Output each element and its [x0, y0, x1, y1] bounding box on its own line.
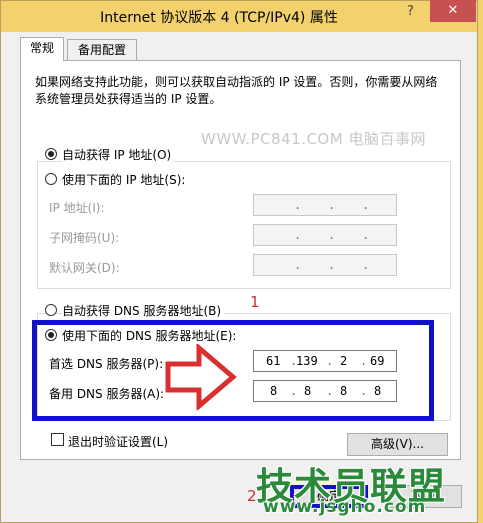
ip-address-label: IP 地址(I): [49, 201, 105, 215]
tab-alternate-configuration[interactable]: 备用配置 [67, 39, 137, 61]
advanced-button[interactable]: 高级(V)... [347, 433, 448, 456]
site-logo-url: www.jsgho.com [263, 497, 427, 517]
auto-dns-label[interactable]: 自动获得 DNS 服务器地址(B) [62, 302, 225, 319]
subnet-mask-input: ... [253, 224, 397, 246]
ip-address-input: ... [253, 194, 397, 216]
tcp-ipv4-properties-dialog: Internet 协议版本 4 (TCP/IPv4) 属性 ? 常规 备用配置 … [0, 0, 478, 523]
auto-ip-label[interactable]: 自动获得 IP 地址(O) [62, 146, 175, 163]
step-1-annotation: 1 [250, 293, 260, 311]
watermark-text: WWW.PC841.COM 电脑百事网 [201, 130, 426, 148]
window-title: Internet 协议版本 4 (TCP/IPv4) 属性 [100, 10, 338, 26]
validate-on-exit-checkbox[interactable] [51, 433, 64, 446]
validate-on-exit-label[interactable]: 退出时验证设置(L) [68, 433, 168, 450]
manual-ip-label[interactable]: 使用下面的 IP 地址(S): [62, 171, 189, 188]
auto-dns-radio[interactable] [45, 304, 57, 316]
tab-general[interactable]: 常规 [20, 37, 64, 61]
manual-dns-label[interactable]: 使用下面的 DNS 服务器地址(E): [62, 327, 236, 344]
description-text: 如果网络支持此功能，则可以获取自动指派的 IP 设置。否则，你需要从网络系统管理… [35, 75, 438, 106]
manual-dns-radio[interactable] [45, 329, 57, 341]
manual-ip-radio[interactable] [45, 173, 57, 185]
red-arrow-icon [165, 344, 237, 410]
title-bar[interactable]: Internet 协议版本 4 (TCP/IPv4) 属性 ? [1, 1, 477, 32]
close-button[interactable]: ✕ [430, 0, 476, 22]
auto-ip-radio[interactable] [45, 148, 57, 160]
help-button[interactable]: ? [407, 4, 417, 19]
subnet-mask-label: 子网掩码(U): [49, 231, 120, 245]
default-gateway-label: 默认网关(D): [49, 261, 120, 275]
default-gateway-input: ... [253, 254, 397, 276]
